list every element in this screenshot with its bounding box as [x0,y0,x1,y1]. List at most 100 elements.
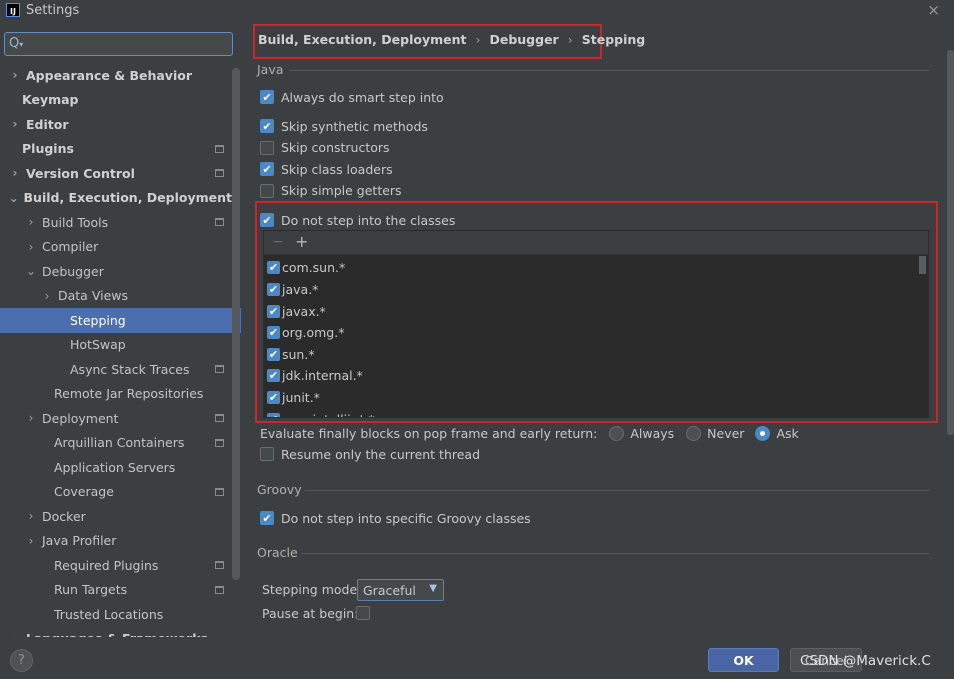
remove-icon[interactable]: − [272,234,284,250]
sidebar-item-run-targets[interactable]: Run Targets [0,578,232,603]
pause-at-begin-checkbox[interactable] [356,606,370,620]
checkbox-box[interactable]: ✔ [260,213,274,227]
sidebar-item-label: Async Stack Traces [70,361,190,377]
sidebar-item-stepping[interactable]: Stepping [0,308,241,333]
class-filter-pattern: jdk.internal.* [282,368,363,384]
help-icon[interactable]: ? [10,649,33,672]
class-filter-row[interactable]: ✔ java.* [267,279,318,301]
resume-current-thread-checkbox[interactable]: Resume only the current thread [260,445,480,463]
class-filter-checkbox[interactable]: ✔ [267,369,280,383]
class-filter-checkbox[interactable]: ✔ [267,261,280,275]
chevron-down-icon[interactable]: ⌄ [8,191,20,205]
checkbox-box[interactable]: ✔ [260,162,274,176]
class-filter-row[interactable]: ✔ com.sun.* [267,257,345,279]
chevron-down-icon[interactable]: ⌄ [24,264,38,278]
class-filter-checkbox[interactable]: ✔ [267,304,280,318]
sidebar-item-trusted-locations[interactable]: Trusted Locations [0,602,232,627]
sidebar-item-build-tools[interactable]: › Build Tools [0,210,232,235]
checkbox-box[interactable] [260,183,274,198]
class-filter-row[interactable]: ✔ sun.* [267,343,315,365]
class-filter-pattern: sun.* [282,346,315,362]
sidebar-item-hotswap[interactable]: HotSwap [0,333,232,358]
sidebar-item-label: Editor [26,116,69,132]
sidebar-item-build-execution-deployment[interactable]: ⌄ Build, Execution, Deployment [0,186,232,211]
chevron-right-icon[interactable]: › [8,166,22,180]
add-icon[interactable]: + [295,232,308,251]
sidebar-item-label: Required Plugins [54,557,159,573]
chevron-right-icon[interactable]: › [8,68,22,82]
breadcrumb-part[interactable]: Debugger [489,32,558,47]
checkbox-box[interactable] [260,140,274,155]
skip-class-loaders-checkbox[interactable]: ✔ Skip class loaders [260,160,393,178]
class-filter-checkbox[interactable]: ✔ [267,326,280,340]
stepping-mode-select[interactable]: Graceful ▼ [357,579,444,601]
skip-synthetic-checkbox[interactable]: ✔ Skip synthetic methods [260,117,428,135]
class-filter-row[interactable]: ✔ junit.* [267,387,320,409]
sidebar-item-required-plugins[interactable]: Required Plugins [0,553,232,578]
sidebar-item-label: HotSwap [70,337,126,353]
do-not-step-groovy-checkbox[interactable]: ✔ Do not step into specific Groovy class… [260,509,531,527]
class-filter-pattern: org.omg.* [282,325,345,341]
chevron-right-icon[interactable]: › [24,411,38,425]
sidebar-item-label: Plugins [22,141,74,157]
sidebar-item-remote-jar-repositories[interactable]: Remote Jar Repositories [0,382,232,407]
sidebar-item-keymap[interactable]: Keymap [0,88,232,113]
breadcrumb-part[interactable]: Build, Execution, Deployment [258,32,466,47]
sidebar-item-docker[interactable]: › Docker [0,504,232,529]
chevron-right-icon[interactable]: › [24,509,38,523]
class-filter-checkbox[interactable]: ✔ [267,412,280,417]
sidebar-item-debugger[interactable]: ⌄ Debugger [0,259,232,284]
class-filter-rows[interactable]: ✔ com.sun.* ✔ java.* ✔ javax.* ✔ org.omg.* ✔ sun.… [264,256,928,417]
search-input[interactable]: Q▾ [4,32,233,56]
ok-button[interactable]: OK [708,648,779,672]
radio-never[interactable] [686,425,702,441]
class-filter-row[interactable]: ✔com.intellij.rt.* [267,408,375,417]
settings-content: Build, Execution, Deployment › Debugger … [241,20,954,637]
sidebar-item-version-control[interactable]: › Version Control [0,161,232,186]
sidebar-item-compiler[interactable]: › Compiler [0,235,232,260]
class-filter-row[interactable]: ✔ javax.* [267,300,326,322]
sidebar-item-deployment[interactable]: › Deployment [0,406,232,431]
sidebar-item-editor[interactable]: › Editor [0,112,232,137]
sidebar-item-java-profiler[interactable]: › Java Profiler [0,529,232,554]
watermark: CSDN @Maverick.C [800,653,931,669]
radio-always[interactable] [609,425,625,441]
class-filter-checkbox[interactable]: ✔ [267,282,280,296]
chevron-right-icon[interactable]: › [24,215,38,229]
class-filter-checkbox[interactable]: ✔ [267,347,280,361]
class-filter-row[interactable]: ✔ org.omg.* [267,322,344,344]
sidebar-item-arquillian-containers[interactable]: Arquillian Containers [0,431,232,456]
sidebar-item-appearance-behavior[interactable]: › Appearance & Behavior [0,63,232,88]
class-filter-pattern: java.* [282,281,319,297]
sidebar-scrollbar[interactable] [232,68,240,580]
checkbox-box[interactable]: ✔ [260,90,274,104]
sidebar-item-languages-frameworks[interactable]: ›Languages & Frameworks [0,627,232,637]
sidebar-item-async-stack-traces[interactable]: Async Stack Traces [0,357,232,382]
chevron-right-icon[interactable]: › [8,117,22,131]
sidebar-item-coverage[interactable]: Coverage [0,480,232,505]
checkbox-box[interactable]: ✔ [260,511,274,525]
checkbox-label: Do not step into the classes [281,212,456,228]
skip-simple-getters-checkbox[interactable]: Skip simple getters [260,182,402,200]
chevron-right-icon[interactable]: › [24,534,38,548]
sidebar-item-application-servers[interactable]: Application Servers [0,455,232,480]
skip-constructors-checkbox[interactable]: Skip constructors [260,139,390,157]
radio-ask[interactable] [755,425,771,441]
checkbox-box[interactable]: ✔ [260,119,274,133]
smart-step-into-checkbox[interactable]: ✔ Always do smart step into [260,88,444,106]
sidebar-item-data-views[interactable]: › Data Views [0,284,232,309]
close-icon[interactable]: × [927,1,940,19]
sidebar-item-label: Coverage [54,484,114,500]
do-not-step-classes-checkbox[interactable]: ✔ Do not step into the classes [260,211,455,229]
sidebar-item-plugins[interactable]: Plugins [0,137,232,162]
list-scrollbar[interactable] [919,256,926,274]
evaluate-finally-label: Evaluate finally blocks on pop frame and… [260,425,598,441]
content-scrollbar[interactable] [947,50,954,435]
sidebar-item-label: Appearance & Behavior [26,67,192,83]
checkbox-box[interactable] [260,447,274,461]
class-filter-row[interactable]: ✔ jdk.internal.* [267,365,363,387]
intellij-app-icon: IJ [6,3,20,17]
class-filter-checkbox[interactable]: ✔ [267,390,280,404]
chevron-right-icon[interactable]: › [40,289,54,303]
chevron-right-icon[interactable]: › [24,240,38,254]
